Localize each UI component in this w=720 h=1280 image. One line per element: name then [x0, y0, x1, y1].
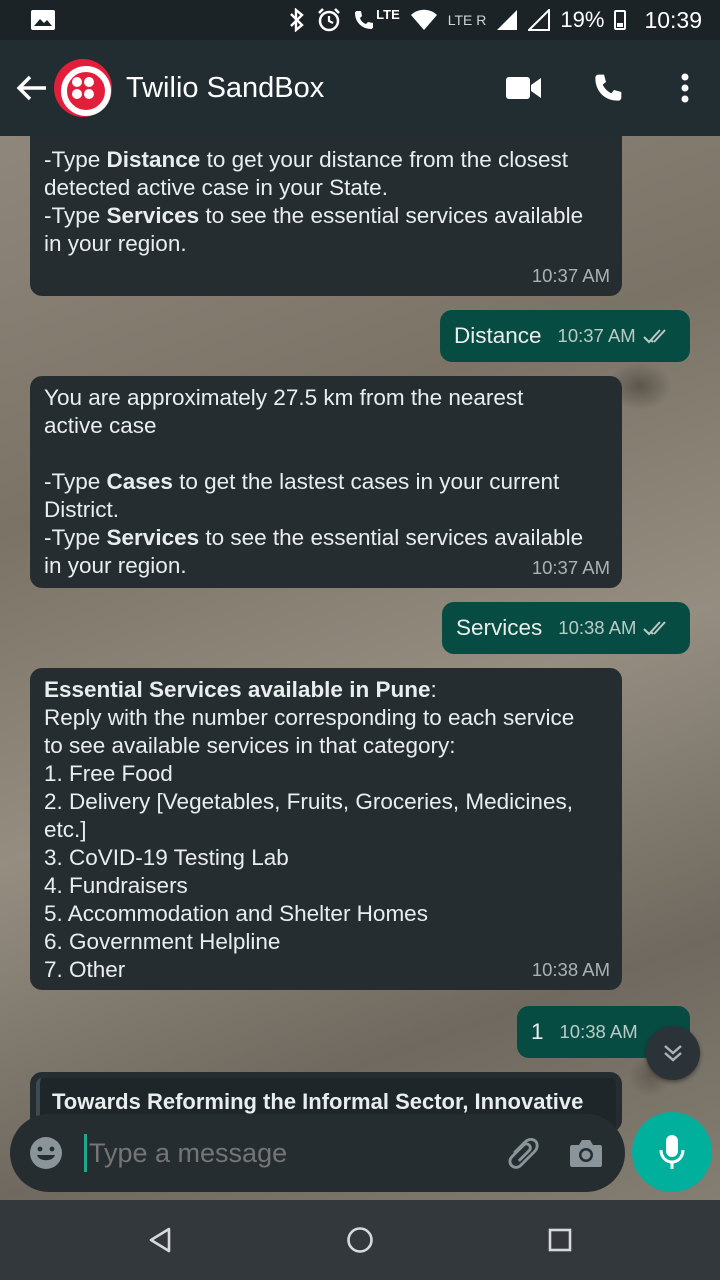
- message-line: active case: [44, 413, 157, 438]
- nav-back-button[interactable]: [60, 1200, 260, 1280]
- emoji-icon[interactable]: [28, 1135, 64, 1171]
- message-line: District.: [44, 497, 119, 522]
- message-line: to see available services in that catego…: [44, 733, 456, 758]
- double-check-icon: [643, 621, 667, 636]
- link-preview-title: Towards Reforming the Informal Sector, I…: [52, 1089, 584, 1114]
- chat-area[interactable]: -Type Distance to get your distance from…: [0, 136, 720, 1200]
- nav-home-button[interactable]: [260, 1200, 460, 1280]
- triangle-back-icon: [149, 1227, 171, 1253]
- lte-label: LTE: [376, 7, 400, 22]
- bluetooth-icon: [290, 8, 304, 32]
- message-line: You are approximately 27.5 km from the n…: [44, 385, 524, 410]
- more-options-button[interactable]: [650, 40, 720, 136]
- voice-call-button[interactable]: [566, 40, 650, 136]
- message-time: 10:38 AM: [559, 1021, 638, 1042]
- message-time: 10:37 AM: [531, 557, 610, 578]
- voice-message-button[interactable]: [632, 1112, 712, 1192]
- signal-empty-icon: [528, 9, 551, 31]
- alarm-icon: [318, 8, 341, 32]
- system-navigation-bar: [0, 1200, 720, 1280]
- message-line: 2. Delivery [Vegetables, Fruits, Groceri…: [44, 789, 573, 814]
- incoming-message[interactable]: Essential Services available in Pune: Re…: [30, 668, 622, 990]
- message-text: 1: [531, 1019, 544, 1044]
- message-composer: [10, 1114, 625, 1192]
- double-check-icon: [643, 329, 666, 344]
- more-vertical-icon: [681, 73, 689, 103]
- paperclip-icon: [508, 1138, 539, 1169]
- message-line: -Type Services to see the essential serv…: [44, 203, 584, 228]
- message-line: 3. CoVID-19 Testing Lab: [44, 845, 289, 870]
- circle-home-icon: [347, 1227, 373, 1253]
- camera-icon: [570, 1140, 602, 1167]
- wifi-icon: [410, 9, 437, 30]
- message-time: 10:38 AM: [531, 959, 610, 980]
- message-line: etc.]: [44, 817, 87, 842]
- microphone-icon: [659, 1135, 685, 1169]
- scroll-to-bottom-button[interactable]: [646, 1026, 700, 1080]
- clock: 10:39: [644, 6, 702, 33]
- volte-call-icon: [355, 11, 374, 29]
- message-line: detected active case in your State.: [44, 175, 388, 200]
- message-text: Services: [456, 615, 543, 640]
- message-input[interactable]: [84, 1134, 479, 1172]
- message-line: 1. Free Food: [44, 761, 173, 786]
- message-line: in your region.: [44, 231, 187, 256]
- status-bar: LTE LTE R 19% 10:39: [0, 0, 720, 40]
- attach-button[interactable]: [501, 1132, 543, 1174]
- message-line: Essential Services available in Pune:: [44, 677, 437, 702]
- camera-button[interactable]: [565, 1132, 607, 1174]
- message-line: 4. Fundraisers: [44, 873, 188, 898]
- message-time: 10:37 AM: [557, 325, 636, 346]
- message-line: in your region.: [44, 553, 187, 578]
- gallery-notification-icon: [31, 10, 55, 30]
- message-line: ​: [44, 440, 608, 468]
- outgoing-message[interactable]: Distance 10:37 AM: [440, 310, 690, 362]
- message-line: Reply with the number corresponding to e…: [44, 705, 575, 730]
- message-line: 5. Accommodation and Shelter Homes: [44, 901, 428, 926]
- phone-icon: [595, 74, 622, 101]
- back-button[interactable]: [0, 40, 54, 136]
- nav-recents-button[interactable]: [460, 1200, 660, 1280]
- message-time: 10:37 AM: [531, 265, 610, 286]
- video-camera-icon: [506, 77, 541, 99]
- message-time: 10:38 AM: [558, 617, 637, 638]
- incoming-message[interactable]: -Type Distance to get your distance from…: [30, 136, 622, 296]
- battery-percent: 19%: [560, 7, 605, 32]
- signal-icon: [497, 10, 518, 30]
- message-line: 7. Other: [44, 957, 126, 982]
- message-line: -Type Distance to get your distance from…: [44, 147, 569, 172]
- outgoing-message[interactable]: Services 10:38 AM: [442, 602, 690, 654]
- square-recents-icon: [548, 1228, 572, 1252]
- double-chevron-down-icon: [664, 1045, 682, 1062]
- incoming-message[interactable]: You are approximately 27.5 km from the n…: [30, 376, 622, 588]
- video-call-button[interactable]: [482, 40, 566, 136]
- message-line: -Type Cases to get the lastest cases in …: [44, 469, 560, 494]
- message-line: 6. Government Helpline: [44, 929, 281, 954]
- message-line: -Type Services to see the essential serv…: [44, 525, 584, 550]
- chat-header: Twilio SandBox: [0, 40, 720, 136]
- message-text: Distance: [454, 323, 542, 348]
- avatar[interactable]: [54, 59, 112, 117]
- back-arrow-icon: [16, 75, 46, 101]
- battery-icon: [614, 10, 627, 30]
- roaming-lte-label: LTE R: [447, 12, 487, 28]
- chat-title[interactable]: Twilio SandBox: [126, 72, 324, 105]
